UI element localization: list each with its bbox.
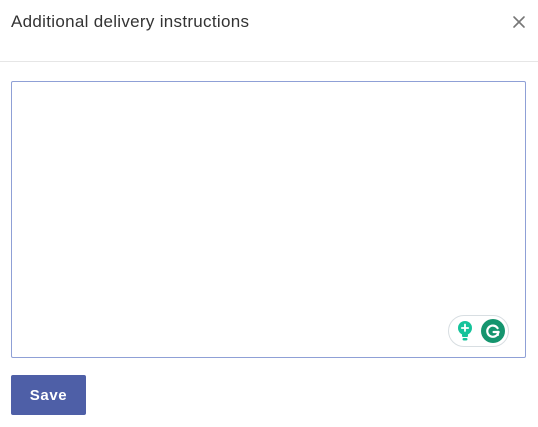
delivery-instructions-dialog: Additional delivery instructions Save	[0, 0, 538, 427]
dialog-header: Additional delivery instructions	[0, 0, 538, 62]
grammarly-widget[interactable]	[448, 315, 509, 347]
close-icon	[512, 15, 526, 34]
lightbulb-icon[interactable]	[456, 320, 474, 342]
close-button[interactable]	[509, 14, 529, 34]
save-button[interactable]: Save	[11, 375, 86, 415]
delivery-instructions-textarea[interactable]	[11, 81, 526, 358]
dialog-title: Additional delivery instructions	[11, 12, 250, 31]
grammarly-g-icon[interactable]	[481, 319, 505, 343]
instructions-field-wrapper	[11, 81, 526, 358]
